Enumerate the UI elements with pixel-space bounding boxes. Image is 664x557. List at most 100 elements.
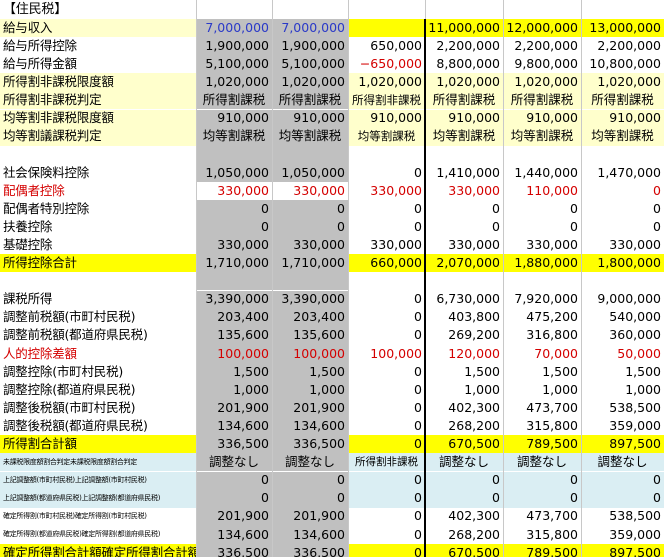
- value-cell[interactable]: 0: [348, 381, 425, 400]
- value-cell[interactable]: 336,500: [196, 435, 272, 454]
- value-cell[interactable]: 1,020,000: [348, 73, 425, 92]
- row-label[interactable]: 未課税限度額割合判定未課税限度額割合判定: [0, 453, 196, 472]
- value-cell[interactable]: 100,000: [196, 344, 272, 363]
- row-label[interactable]: 給与収入: [0, 19, 196, 38]
- row-label[interactable]: 給与所得金額: [0, 55, 196, 74]
- value-cell[interactable]: 203,400: [272, 308, 348, 327]
- value-cell[interactable]: 0: [348, 417, 425, 436]
- row-label[interactable]: 上記調整額(市町村民税)上記調整額(市町村民税): [0, 471, 196, 490]
- value-cell[interactable]: 1,020,000: [196, 73, 272, 92]
- row-label[interactable]: 所得割合計額: [0, 435, 196, 454]
- value-cell[interactable]: 330,000: [348, 236, 425, 255]
- row-label[interactable]: 上記調整額(都道府県民税)上記調整額(都道府県民税): [0, 489, 196, 508]
- value-cell[interactable]: 調整なし: [196, 453, 272, 472]
- value-cell[interactable]: 650,000: [348, 37, 425, 56]
- value-cell[interactable]: 1,500: [272, 362, 348, 381]
- value-cell[interactable]: [348, 272, 425, 291]
- value-cell[interactable]: 1,710,000: [196, 254, 272, 273]
- row-label[interactable]: 調整後税額(市町村民税): [0, 399, 196, 418]
- row-label[interactable]: [0, 272, 196, 291]
- value-cell[interactable]: 1,500: [196, 362, 272, 381]
- value-cell[interactable]: 0: [348, 200, 425, 219]
- value-cell[interactable]: 7,000,000: [196, 19, 272, 38]
- value-cell[interactable]: 0: [196, 200, 272, 219]
- row-label[interactable]: 調整控除(都道府県民税): [0, 381, 196, 400]
- row-label[interactable]: 所得割非課税限度額: [0, 73, 196, 92]
- value-cell[interactable]: 201,900: [272, 507, 348, 526]
- value-cell[interactable]: 1,900,000: [272, 37, 348, 56]
- row-label[interactable]: 配偶者控除: [0, 181, 196, 200]
- value-cell[interactable]: [272, 145, 348, 164]
- value-cell[interactable]: 0: [348, 163, 425, 182]
- value-cell[interactable]: 910,000: [272, 109, 348, 128]
- row-label[interactable]: 調整前税額(市町村民税): [0, 308, 196, 327]
- value-cell[interactable]: 201,900: [272, 399, 348, 418]
- value-cell[interactable]: 0: [348, 507, 425, 526]
- value-cell[interactable]: 0: [272, 200, 348, 219]
- row-label[interactable]: 給与所得控除: [0, 37, 196, 56]
- value-cell[interactable]: 調整なし: [272, 453, 348, 472]
- value-cell[interactable]: 7,000,000: [272, 19, 348, 38]
- value-cell[interactable]: 336,500: [272, 435, 348, 454]
- value-cell[interactable]: 0: [196, 218, 272, 237]
- value-cell[interactable]: 330,000: [272, 181, 348, 200]
- value-cell[interactable]: 5,100,000: [272, 55, 348, 74]
- value-cell[interactable]: 所得割非課税: [348, 453, 425, 472]
- value-cell[interactable]: 1,710,000: [272, 254, 348, 273]
- value-cell[interactable]: [348, 19, 425, 38]
- value-cell[interactable]: 0: [348, 290, 425, 309]
- value-cell[interactable]: 均等割課税: [196, 127, 272, 146]
- value-cell[interactable]: 203,400: [196, 308, 272, 327]
- value-cell[interactable]: 3,390,000: [272, 290, 348, 309]
- value-cell[interactable]: 3,390,000: [196, 290, 272, 309]
- value-cell[interactable]: 1,000: [272, 381, 348, 400]
- value-cell[interactable]: 336,500: [272, 543, 348, 557]
- row-label[interactable]: 均等割議課税判定: [0, 127, 196, 146]
- row-label[interactable]: 調整控除(市町村民税): [0, 362, 196, 381]
- value-cell[interactable]: 134,600: [272, 525, 348, 544]
- value-cell[interactable]: 1,000: [196, 381, 272, 400]
- value-cell[interactable]: 336,500: [196, 543, 272, 557]
- value-cell[interactable]: 所得割課税: [272, 91, 348, 110]
- row-label[interactable]: 課税所得: [0, 290, 196, 309]
- value-cell[interactable]: 均等割課税: [272, 127, 348, 146]
- value-cell[interactable]: 330,000: [272, 236, 348, 255]
- value-cell[interactable]: 0: [348, 543, 425, 557]
- row-label[interactable]: 均等割非課税限度額: [0, 109, 196, 128]
- value-cell[interactable]: 1,020,000: [272, 73, 348, 92]
- value-cell[interactable]: [348, 145, 425, 164]
- value-cell[interactable]: [196, 145, 272, 164]
- value-cell[interactable]: 0: [348, 489, 425, 508]
- row-label[interactable]: 配偶者特別控除: [0, 200, 196, 219]
- value-cell[interactable]: 201,900: [196, 399, 272, 418]
- row-label[interactable]: 所得控除合計: [0, 254, 196, 273]
- value-cell[interactable]: 0: [272, 471, 348, 490]
- value-cell[interactable]: 330,000: [348, 181, 425, 200]
- value-cell[interactable]: 660,000: [348, 254, 425, 273]
- row-label[interactable]: 基礎控除: [0, 236, 196, 255]
- value-cell[interactable]: 0: [196, 471, 272, 490]
- value-cell[interactable]: 910,000: [196, 109, 272, 128]
- value-cell[interactable]: 134,600: [272, 417, 348, 436]
- value-cell[interactable]: 0: [348, 308, 425, 327]
- value-cell[interactable]: 所得割課税: [196, 91, 272, 110]
- value-cell[interactable]: 均等割課税: [348, 127, 425, 146]
- value-cell[interactable]: 1,050,000: [272, 163, 348, 182]
- row-label[interactable]: 人的控除差額: [0, 344, 196, 363]
- value-cell[interactable]: 0: [348, 326, 425, 345]
- value-cell[interactable]: 0: [348, 525, 425, 544]
- row-label[interactable]: 社会保険料控除: [0, 163, 196, 182]
- row-label[interactable]: 確定所得割(市町村民税)確定所得割(市町村民税): [0, 507, 196, 526]
- value-cell[interactable]: 0: [272, 489, 348, 508]
- row-label[interactable]: [0, 145, 196, 164]
- value-cell[interactable]: −650,000: [348, 55, 425, 74]
- value-cell[interactable]: 1,900,000: [196, 37, 272, 56]
- value-cell[interactable]: 0: [272, 218, 348, 237]
- value-cell[interactable]: 135,600: [272, 326, 348, 345]
- value-cell[interactable]: 330,000: [196, 236, 272, 255]
- row-label[interactable]: 扶養控除: [0, 218, 196, 237]
- row-label[interactable]: 調整後税額(都道府県民税): [0, 417, 196, 436]
- value-cell[interactable]: 0: [348, 435, 425, 454]
- value-cell[interactable]: 0: [348, 218, 425, 237]
- value-cell[interactable]: [196, 272, 272, 291]
